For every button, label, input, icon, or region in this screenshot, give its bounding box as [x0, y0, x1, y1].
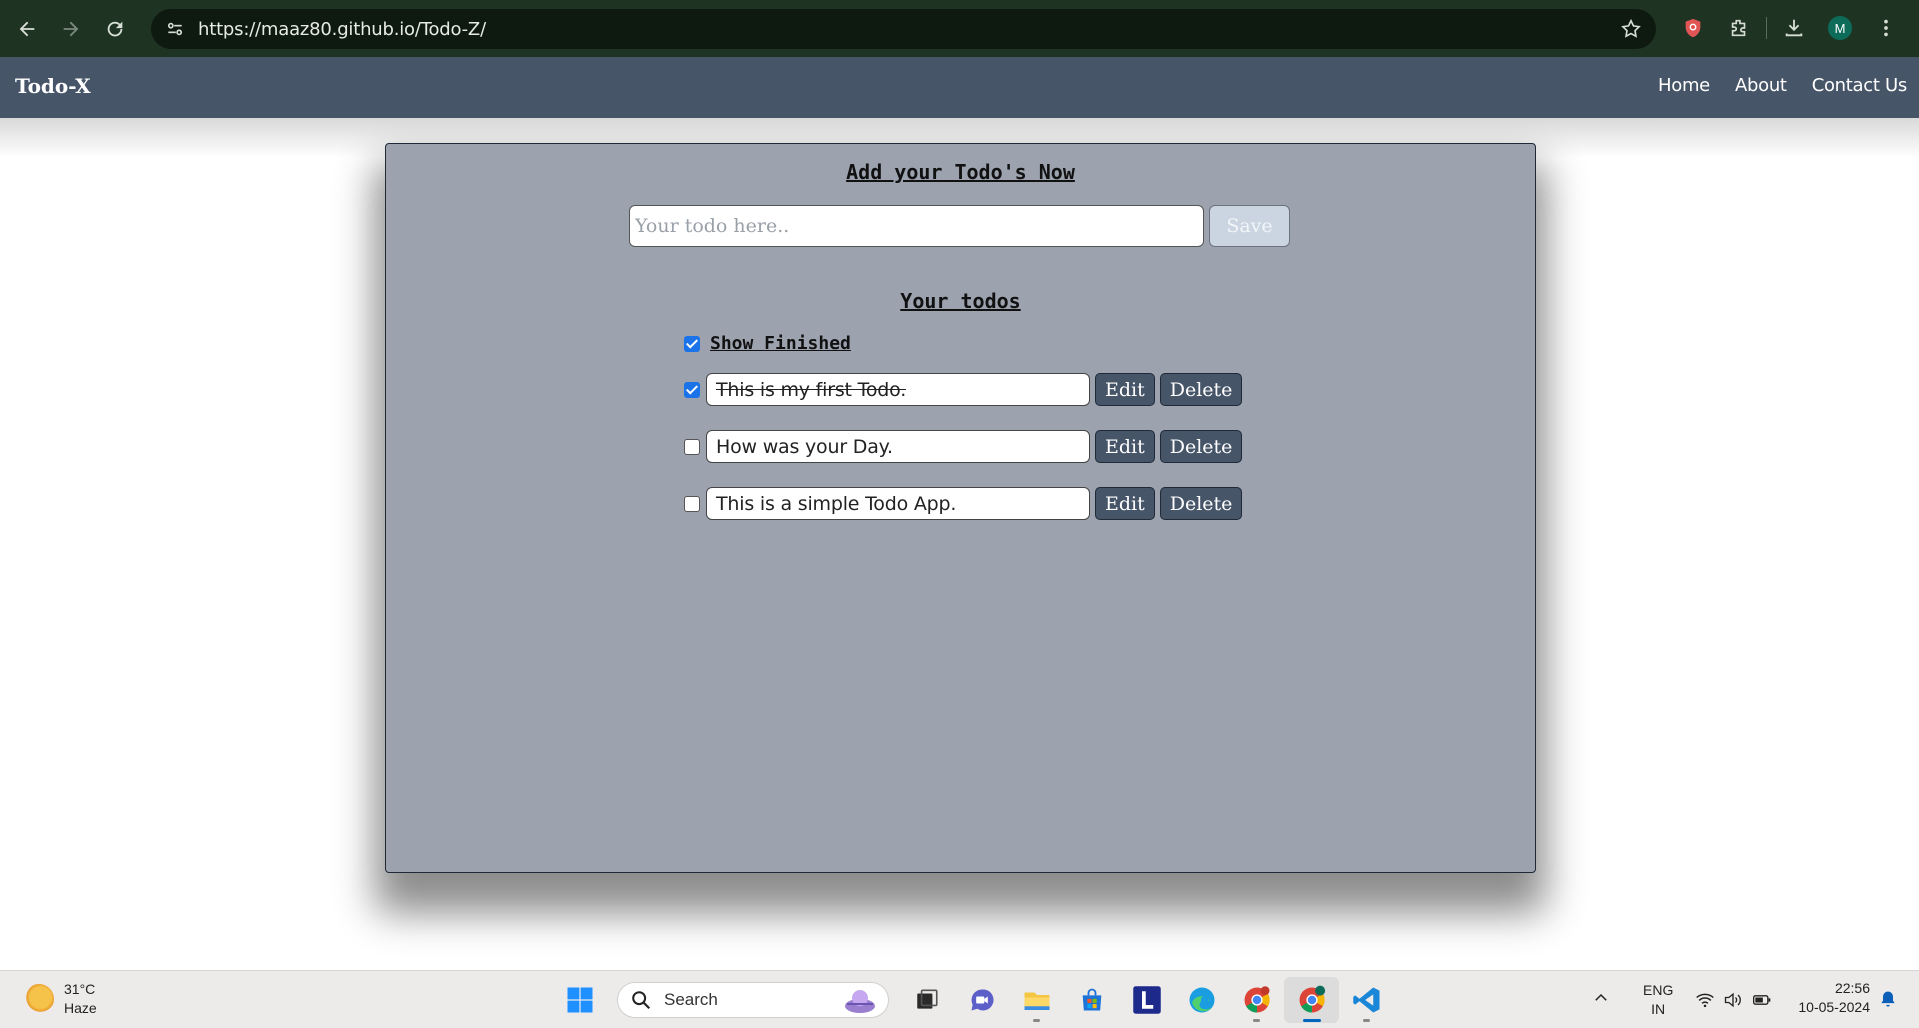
your-todos-heading: Your todos — [900, 289, 1021, 313]
todo-card: Add your Todo's Now Save Your todos Show… — [385, 143, 1536, 873]
windows-taskbar: 31°C Haze Search ENG IN 22:56 10-05-2024 — [0, 970, 1919, 1028]
clock-date: 10-05-2024 — [1798, 999, 1870, 1015]
todo-item: This is a simple Todo App. Edit Delete — [684, 487, 1243, 520]
delete-button[interactable]: Delete — [1159, 430, 1243, 463]
ms-store-icon[interactable] — [1064, 977, 1119, 1023]
clock[interactable]: 22:56 10-05-2024 — [1780, 979, 1870, 1017]
chrome-icon[interactable] — [1229, 977, 1284, 1023]
taskbar-search[interactable]: Search — [617, 982, 889, 1018]
weather-haze-icon — [24, 984, 54, 1014]
battery-icon[interactable] — [1751, 990, 1773, 1010]
show-finished-label: Show Finished — [710, 333, 851, 354]
todo-checkbox[interactable] — [684, 438, 700, 455]
browser-toolbar: https://maaz80.github.io/Todo-Z/ M — [0, 0, 1919, 57]
weather-condition: Haze — [64, 1000, 97, 1016]
add-todo-heading: Add your Todo's Now — [846, 160, 1075, 184]
copilot-icon — [845, 990, 875, 1013]
todo-text[interactable]: This is my first Todo. — [706, 373, 1090, 406]
profile-avatar[interactable]: M — [1817, 10, 1863, 46]
windows-start-icon[interactable] — [552, 977, 607, 1023]
forward-icon[interactable] — [49, 7, 93, 51]
weather-temperature: 31°C — [64, 981, 96, 997]
l-app-icon[interactable] — [1119, 977, 1174, 1023]
edit-button[interactable]: Edit — [1095, 373, 1155, 406]
shield-extension-icon[interactable] — [1670, 10, 1716, 46]
delete-button[interactable]: Delete — [1159, 373, 1243, 406]
edge-icon[interactable] — [1174, 977, 1229, 1023]
vscode-icon[interactable] — [1339, 977, 1394, 1023]
more-menu-icon[interactable] — [1863, 10, 1909, 46]
language-indicator[interactable]: ENG IN — [1643, 981, 1673, 1019]
nav-links: Home About Contact Us — [1658, 75, 1907, 96]
weather-widget[interactable]: 31°C Haze — [24, 980, 97, 1018]
clock-time: 22:56 — [1834, 980, 1870, 996]
save-button[interactable]: Save — [1209, 205, 1290, 247]
todo-input[interactable] — [629, 205, 1204, 247]
brand-logo[interactable]: Todo-X — [15, 74, 91, 98]
extensions-icon[interactable] — [1716, 10, 1762, 46]
edit-button[interactable]: Edit — [1095, 430, 1155, 463]
edit-button[interactable]: Edit — [1095, 487, 1155, 520]
chrome-profile-icon[interactable] — [1284, 977, 1339, 1023]
address-bar[interactable]: https://maaz80.github.io/Todo-Z/ — [151, 9, 1656, 49]
app-navbar: Todo-X Home About Contact Us — [0, 57, 1919, 118]
wifi-icon[interactable] — [1695, 990, 1715, 1010]
chevron-up-icon[interactable] — [1585, 989, 1617, 1012]
taskbar-apps: Search — [552, 977, 1394, 1023]
back-icon[interactable] — [5, 7, 49, 51]
show-finished-checkbox[interactable] — [684, 335, 700, 352]
nav-link-about[interactable]: About — [1735, 75, 1787, 96]
task-view-icon[interactable] — [899, 977, 954, 1023]
site-info-icon[interactable] — [165, 19, 185, 39]
system-tray: ENG IN — [1585, 977, 1773, 1023]
url-text: https://maaz80.github.io/Todo-Z/ — [198, 18, 486, 40]
toolbar-divider — [1766, 17, 1767, 39]
todo-item: This is my first Todo. Edit Delete — [684, 373, 1243, 406]
nav-link-contact[interactable]: Contact Us — [1812, 75, 1908, 96]
teams-chat-icon[interactable] — [954, 977, 1009, 1023]
file-explorer-icon[interactable] — [1009, 977, 1064, 1023]
download-icon[interactable] — [1771, 10, 1817, 46]
star-icon[interactable] — [1620, 18, 1642, 40]
reload-icon[interactable] — [93, 7, 137, 51]
todo-text[interactable]: This is a simple Todo App. — [706, 487, 1090, 520]
delete-button[interactable]: Delete — [1159, 487, 1243, 520]
todo-checkbox[interactable] — [684, 495, 700, 512]
todo-item: How was your Day. Edit Delete — [684, 430, 1243, 463]
todo-text[interactable]: How was your Day. — [706, 430, 1090, 463]
show-finished-toggle[interactable]: Show Finished — [684, 333, 851, 354]
notification-bell-icon[interactable] — [1878, 989, 1898, 1009]
search-label: Search — [664, 990, 718, 1009]
volume-icon[interactable] — [1723, 990, 1743, 1010]
page-body: Add your Todo's Now Save Your todos Show… — [0, 118, 1919, 970]
search-icon — [632, 991, 651, 1010]
todo-checkbox[interactable] — [684, 381, 700, 398]
nav-link-home[interactable]: Home — [1658, 75, 1710, 96]
